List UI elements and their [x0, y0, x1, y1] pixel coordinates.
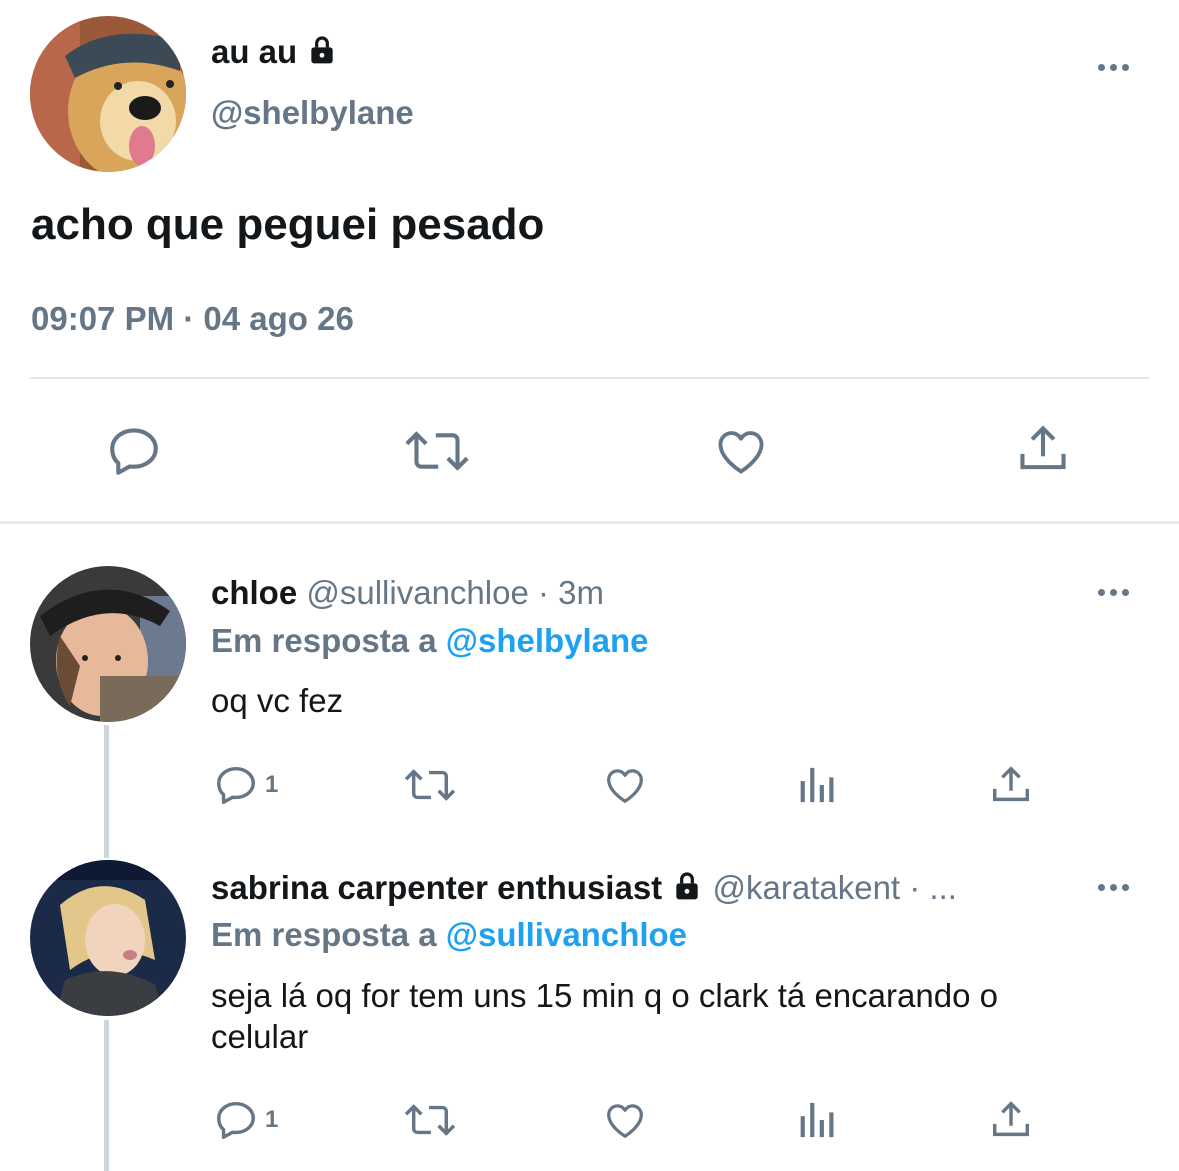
reply-count: 1: [265, 771, 279, 798]
reply-prefix: Em resposta a: [211, 622, 437, 659]
reply-button[interactable]: 1: [213, 762, 278, 808]
thread-line: [104, 1020, 109, 1171]
retweet-button[interactable]: [402, 1097, 458, 1143]
reply-handle[interactable]: @karatakent: [713, 869, 901, 906]
like-button[interactable]: [711, 422, 771, 480]
share-button[interactable]: [988, 762, 1034, 808]
share-icon: [992, 766, 1030, 802]
analytics-icon: [800, 767, 834, 803]
lock-icon: [671, 870, 703, 911]
reply-icon: [217, 1101, 255, 1139]
reply-count: 1: [265, 1106, 279, 1133]
reply-to-link[interactable]: @sullivanchloe: [446, 916, 687, 953]
lock-icon: [306, 34, 338, 75]
reply-display-name[interactable]: sabrina carpenter enthusiast: [211, 869, 662, 906]
retweet-button[interactable]: [402, 422, 472, 480]
analytics-icon: [800, 1102, 834, 1138]
like-icon: [718, 431, 764, 474]
author-avatar[interactable]: [30, 16, 186, 172]
reply-text: oq vc fez: [211, 682, 344, 719]
reply-time[interactable]: · ...: [909, 869, 957, 906]
author-name-row: au au: [211, 32, 338, 75]
like-button[interactable]: [601, 762, 649, 808]
retweet-icon: [405, 431, 469, 471]
reply-button[interactable]: 1: [213, 1097, 278, 1143]
reply-context: Em resposta a @sullivanchloe: [211, 915, 687, 955]
analytics-button[interactable]: [797, 762, 839, 808]
author-handle[interactable]: @shelbylane: [211, 93, 414, 133]
reply-to-link[interactable]: @shelbylane: [446, 622, 649, 659]
reply-text-line: seja lá oq for tem uns 15 min q o clark …: [211, 977, 998, 1014]
reply-header: chloe @sullivanchloe · 3m: [211, 573, 604, 613]
reply-avatar[interactable]: [30, 860, 186, 1016]
reply-time[interactable]: · 3m: [538, 574, 604, 611]
like-icon: [607, 1104, 643, 1138]
more-icon[interactable]: [1098, 884, 1129, 891]
retweet-icon: [404, 769, 456, 801]
retweet-icon: [404, 1104, 456, 1136]
analytics-button[interactable]: [797, 1097, 839, 1143]
section-divider: [0, 521, 1179, 524]
divider: [30, 377, 1149, 379]
share-icon: [992, 1101, 1030, 1137]
author-display-name[interactable]: au au: [211, 33, 297, 70]
reply-context: Em resposta a @shelbylane: [211, 621, 649, 661]
share-button[interactable]: [1014, 420, 1072, 478]
more-icon[interactable]: [1098, 589, 1129, 596]
reply-text-line: celular: [211, 1018, 309, 1055]
reply-header: sabrina carpenter enthusiast @karatakent…: [211, 868, 957, 911]
tweet-timestamp[interactable]: 09:07 PM · 04 ago 26: [31, 298, 354, 340]
share-button[interactable]: [988, 1097, 1034, 1143]
like-button[interactable]: [601, 1097, 649, 1143]
tweet-text: acho que peguei pesado: [31, 200, 545, 249]
like-icon: [607, 769, 643, 803]
reply-display-name[interactable]: chloe: [211, 574, 297, 611]
reply-icon: [217, 766, 255, 804]
retweet-button[interactable]: [402, 762, 458, 808]
reply-icon: [110, 428, 158, 475]
more-icon[interactable]: [1098, 64, 1129, 71]
thread-line: [104, 725, 109, 858]
reply-prefix: Em resposta a: [211, 916, 437, 953]
reply-avatar[interactable]: [30, 566, 186, 722]
reply-button[interactable]: [105, 422, 163, 480]
share-icon: [1020, 425, 1066, 470]
reply-handle[interactable]: @sullivanchloe: [306, 574, 528, 611]
